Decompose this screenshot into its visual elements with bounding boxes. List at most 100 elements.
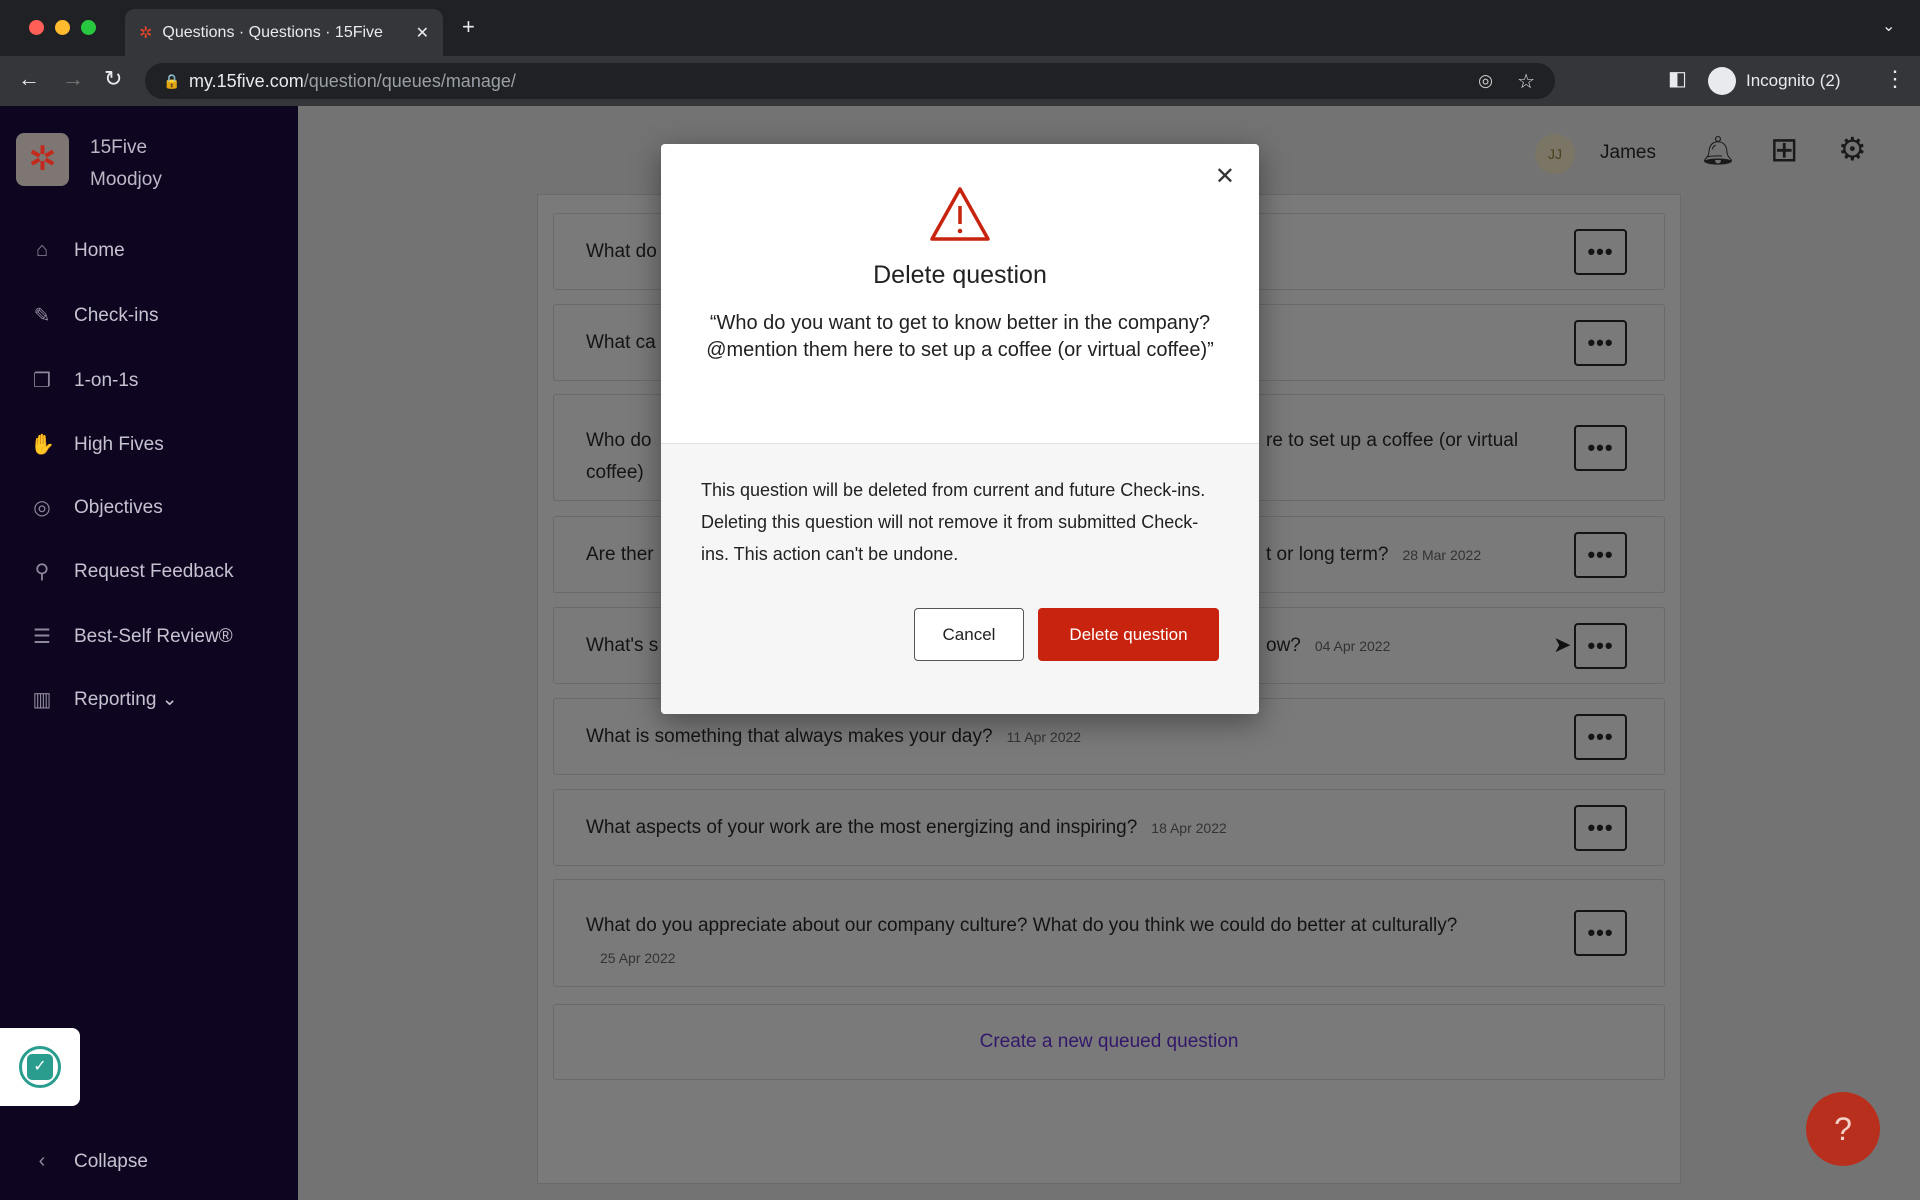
dialog-question-quote: “Who do you want to get to know better i… <box>706 312 1214 361</box>
delete-question-button[interactable]: Delete question <box>1038 608 1219 661</box>
collapse-label: Collapse <box>74 1150 148 1172</box>
settings-gear-icon[interactable]: ⚙ <box>1838 130 1867 168</box>
feedback-icon: ⚲ <box>34 561 50 583</box>
question-text: What is something that always makes your… <box>586 725 993 747</box>
mouse-cursor-icon: ➤ <box>1553 632 1572 657</box>
close-dialog-icon[interactable]: ✕ <box>1215 162 1235 191</box>
more-options-button[interactable]: ••• <box>1574 319 1627 366</box>
close-window-button[interactable] <box>29 20 44 35</box>
question-text-right: re to set up a coffee (or virtual <box>1266 430 1519 451</box>
review-icon: ☰ <box>33 626 51 648</box>
more-options-button[interactable]: ••• <box>1574 622 1627 669</box>
warning-icon <box>930 187 990 241</box>
reload-icon[interactable]: ↻ <box>104 66 122 92</box>
sidebar-item-home[interactable]: ⌂ Home <box>30 239 125 262</box>
url-path: /question/queues/manage/ <box>303 70 516 91</box>
org-line2: Moodjoy <box>90 169 162 190</box>
sidebar-item-label: Best-Self Review® <box>74 625 233 647</box>
sidebar-item-label: Check-ins <box>74 304 159 326</box>
question-date: 28 Mar 2022 <box>1402 546 1482 563</box>
sidebar-item-label: Home <box>74 239 125 261</box>
incognito-profile-button[interactable]: Incognito (2) <box>1708 64 1841 98</box>
sidepanel-icon[interactable]: ◧ <box>1668 66 1687 91</box>
question-text-line2: coffee) <box>586 462 644 483</box>
question-date: 18 Apr 2022 <box>1151 819 1227 836</box>
sidebar-item-request-feedback[interactable]: ⚲ Request Feedback <box>30 559 234 584</box>
more-options-button[interactable]: ••• <box>1574 531 1627 578</box>
sidebar-item-label: High Fives <box>74 433 164 455</box>
question-date: 25 Apr 2022 <box>600 950 676 966</box>
question-date: 11 Apr 2022 <box>1006 728 1082 745</box>
hand-icon: ✋ <box>30 434 55 456</box>
dialog-message: This question will be deleted from curre… <box>701 480 1206 564</box>
org-name: 15Five Moodjoy <box>90 132 162 196</box>
user-name[interactable]: James <box>1600 142 1656 164</box>
browser-tab[interactable]: ✲ Questions · Questions · 15Five ✕ <box>125 9 443 56</box>
more-options-button[interactable]: ••• <box>1574 425 1627 471</box>
address-bar-row: ← → ↻ 🔒 my.15five.com/question/queues/ma… <box>0 56 1920 106</box>
question-text-right: t or long term? <box>1266 543 1389 565</box>
chart-icon: ▥ <box>32 689 52 711</box>
sidebar-item-1-on-1s[interactable]: ❐ 1-on-1s <box>30 368 138 393</box>
sidebar-item-label: 1-on-1s <box>74 369 139 391</box>
sidebar-item-high-fives[interactable]: ✋ High Fives <box>30 432 164 457</box>
more-options-button[interactable]: ••• <box>1574 804 1627 851</box>
url-domain: my.15five.com <box>189 70 304 91</box>
more-options-button[interactable]: ••• <box>1574 910 1627 956</box>
bookmark-star-icon[interactable]: ☆ <box>1517 69 1535 94</box>
question-text: Who do <box>586 430 652 451</box>
question-text: What ca <box>586 331 656 353</box>
profile-label: Incognito (2) <box>1746 71 1841 90</box>
tab-title: Questions · Questions · 15Five <box>162 23 383 41</box>
forward-icon: → <box>62 66 84 91</box>
create-question-link[interactable]: Create a new queued question <box>980 1031 1239 1053</box>
check-icon: ✓ <box>27 1054 53 1080</box>
back-icon[interactable]: ← <box>18 66 40 92</box>
dialog-title: Delete question <box>873 261 1047 289</box>
tab-menu-icon[interactable]: ⌄ <box>1882 16 1895 36</box>
collapse-icon: ‹ <box>38 1150 46 1172</box>
more-options-button[interactable]: ••• <box>1574 228 1627 275</box>
sidebar-item-best-self-review[interactable]: ☰ Best-Self Review® <box>30 624 233 649</box>
org-logo[interactable]: ✲ <box>16 133 69 186</box>
more-options-button[interactable]: ••• <box>1574 713 1627 760</box>
help-chat-button[interactable]: ? <box>1806 1092 1880 1166</box>
create-question-row: Create a new queued question <box>553 1004 1665 1080</box>
tracking-eye-icon[interactable]: ◎ <box>1478 71 1493 91</box>
chat-icon: ❐ <box>33 370 51 392</box>
browser-tab-bar: ✲ Questions · Questions · 15Five ✕ + ⌄ <box>0 0 1920 56</box>
sidebar-item-label: Objectives <box>74 496 163 518</box>
sidebar-item-objectives[interactable]: ◎ Objectives <box>30 495 163 520</box>
question-text: What aspects of your work are the most e… <box>586 816 1138 838</box>
maximize-window-button[interactable] <box>81 20 96 35</box>
delete-question-dialog: ✕ Delete question “Who do you want to ge… <box>661 144 1259 714</box>
close-tab-icon[interactable]: ✕ <box>416 23 429 43</box>
question-date: 04 Apr 2022 <box>1314 637 1391 654</box>
cancel-button[interactable]: Cancel <box>914 608 1024 661</box>
avatar[interactable]: JJ <box>1535 134 1575 174</box>
sidebar-item-reporting[interactable]: ▥ Reporting ⌄ <box>30 687 178 712</box>
favicon-icon: ✲ <box>139 24 153 42</box>
question-row: What aspects of your work are the most e… <box>553 789 1665 866</box>
browser-menu-icon[interactable]: ⋮ <box>1884 66 1906 92</box>
question-text: Are ther <box>586 543 654 565</box>
apps-grid-icon[interactable]: ⊞ <box>1770 130 1799 170</box>
checklist-widget[interactable]: ✓ <box>0 1028 80 1106</box>
org-line1: 15Five <box>90 137 148 158</box>
lock-icon: 🔒 <box>163 72 181 89</box>
question-text: What do you appreciate about our company… <box>586 915 1458 936</box>
target-icon: ◎ <box>33 497 51 519</box>
home-icon: ⌂ <box>35 239 49 261</box>
question-text-right: ow? <box>1266 634 1301 656</box>
question-text: What do <box>586 240 657 262</box>
question-text: What's s <box>586 634 659 656</box>
question-row: What do you appreciate about our company… <box>553 879 1665 987</box>
url-input[interactable]: 🔒 my.15five.com/question/queues/manage/ … <box>145 63 1555 99</box>
bell-icon[interactable]: 🔔︎ <box>1700 134 1736 167</box>
sidebar-item-check-ins[interactable]: ✎ Check-ins <box>30 303 159 328</box>
checkin-icon: ✎ <box>33 305 51 327</box>
new-tab-icon[interactable]: + <box>462 14 475 40</box>
minimize-window-button[interactable] <box>55 20 70 35</box>
collapse-button[interactable]: ‹ Collapse <box>30 1150 148 1173</box>
sidebar-item-label: Reporting ⌄ <box>74 689 178 710</box>
